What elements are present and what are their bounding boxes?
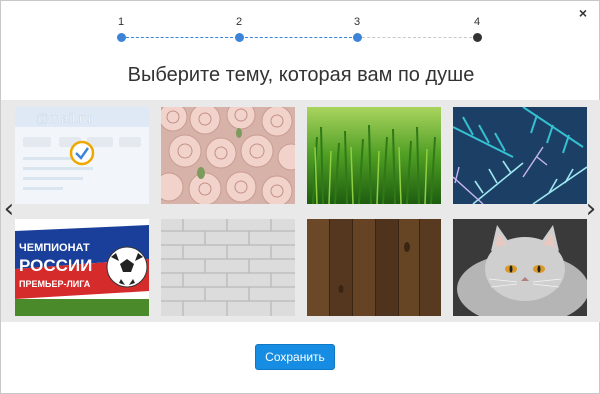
close-button[interactable]: × <box>576 6 590 20</box>
save-button[interactable]: Сохранить <box>255 344 335 370</box>
theme-thumb-grass[interactable] <box>307 107 441 204</box>
step-number: 3 <box>353 16 361 28</box>
theme-thumb-football[interactable]: ЧЕМПИОНАТ РОССИИ ПРЕМЬЕР-ЛИГА <box>15 219 149 316</box>
selected-check-icon <box>69 140 95 166</box>
step-2: 2 <box>229 15 249 42</box>
banner-line2: РОССИИ <box>19 256 92 275</box>
step-1: 1 <box>111 15 131 42</box>
stepper-line-pending <box>357 37 477 38</box>
step-4: 4 <box>467 15 487 42</box>
theme-dialog: × 1 2 3 4 Выберите тему, которая вам по … <box>0 0 600 394</box>
theme-thumb-roses[interactable] <box>161 107 295 204</box>
step-dot <box>116 33 126 42</box>
theme-thumb-white-brick[interactable] <box>161 219 295 316</box>
theme-thumb-fir-branches[interactable] <box>453 107 587 204</box>
step-3: 3 <box>347 15 367 42</box>
theme-thumb-cat[interactable] <box>453 219 587 316</box>
banner-line1: ЧЕМПИОНАТ <box>19 242 90 254</box>
banner-line3: ПРЕМЬЕР-ЛИГА <box>19 279 91 289</box>
step-number: 2 <box>235 16 243 28</box>
dialog-title: Выберите тему, которая вам по душе <box>127 64 475 86</box>
stepper: 1 2 3 4 <box>116 15 482 49</box>
theme-thumb-wood[interactable] <box>307 219 441 316</box>
step-dot <box>234 33 244 42</box>
theme-thumb-mail-ru[interactable]: @mail.ru <box>15 107 149 204</box>
mail-ru-logo: @mail.ru <box>35 110 91 126</box>
step-number: 1 <box>117 16 125 28</box>
step-number: 4 <box>473 16 481 28</box>
step-dot <box>472 33 482 42</box>
step-dot <box>352 33 362 42</box>
theme-gallery: ‹ › @mail.ru ЧЕМПИОНАТ РОССИИ ПРЕМЬЕР-ЛИ… <box>1 100 600 322</box>
